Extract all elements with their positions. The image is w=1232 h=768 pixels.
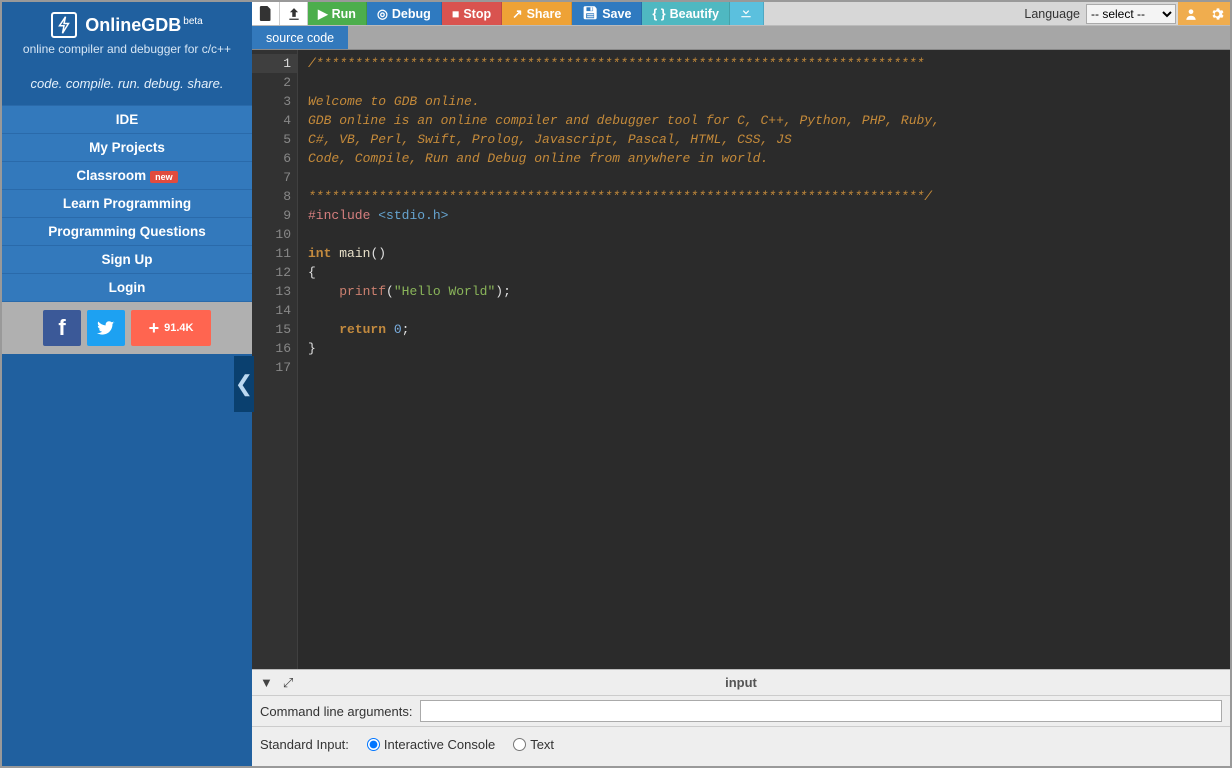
sidebar-item-label: My Projects: [89, 140, 165, 155]
plus-icon: +: [149, 318, 160, 339]
sidebar-item-ide[interactable]: IDE: [2, 105, 252, 134]
social-row: f + 91.4K: [2, 302, 252, 354]
chevron-left-icon: ❮: [235, 371, 253, 397]
run-button[interactable]: ▶ Run: [308, 2, 367, 25]
tab-source-code[interactable]: source code: [252, 26, 348, 49]
debug-button[interactable]: ◎ Debug: [367, 2, 442, 25]
user-icon[interactable]: [1178, 2, 1204, 25]
cmdline-input[interactable]: [420, 700, 1222, 722]
share-count-button[interactable]: + 91.4K: [131, 310, 211, 346]
sidebar-item-label: Programming Questions: [48, 224, 206, 239]
cmdline-label: Command line arguments:: [260, 704, 412, 719]
facebook-icon[interactable]: f: [43, 310, 81, 346]
sidebar-item-label: Learn Programming: [63, 196, 191, 211]
gear-icon[interactable]: [1204, 2, 1230, 25]
language-label: Language: [1018, 7, 1086, 21]
sidebar-item-label: Sign Up: [102, 252, 153, 267]
radio-text[interactable]: Text: [513, 737, 554, 752]
sidebar-item-classroom[interactable]: Classroom new: [2, 162, 252, 190]
stdin-row: Standard Input: Interactive Console Text: [252, 727, 1230, 766]
bottom-title: input: [725, 675, 757, 690]
save-icon: 💾︎: [582, 6, 598, 21]
collapse-handle[interactable]: ❮: [234, 356, 254, 412]
beautify-button[interactable]: { } Beautify: [642, 2, 730, 25]
braces-icon: { }: [652, 7, 665, 21]
sidebar-item-label: IDE: [116, 112, 139, 127]
main-panel: ▶ Run ◎ Debug ■ Stop ↗ Share 💾︎ Save { }…: [252, 2, 1230, 766]
twitter-icon[interactable]: [87, 310, 125, 346]
gutter: 1234 5678 9101112 13141516 17: [252, 50, 298, 669]
brand-subtitle: online compiler and debugger for c/c++: [2, 42, 252, 56]
brand-name[interactable]: OnlineGDB: [85, 15, 181, 35]
sidebar-item-programming-questions[interactable]: Programming Questions: [2, 218, 252, 246]
chevron-down-icon[interactable]: ▼: [260, 675, 273, 691]
cmdline-row: Command line arguments:: [252, 696, 1230, 727]
beta-tag: beta: [183, 16, 202, 27]
bottom-panel: ▼ ⤢ input Command line arguments: Standa…: [252, 669, 1230, 766]
sidebar-item-login[interactable]: Login: [2, 274, 252, 302]
download-icon: [739, 5, 753, 22]
target-icon: ◎: [377, 6, 388, 21]
new-file-icon[interactable]: [252, 2, 280, 25]
save-button[interactable]: 💾︎ Save: [572, 2, 642, 25]
radio-interactive-input[interactable]: [367, 738, 380, 751]
bolt-icon: [51, 12, 77, 38]
language-select[interactable]: -- select --: [1086, 4, 1176, 24]
sidebar-item-learn-programming[interactable]: Learn Programming: [2, 190, 252, 218]
code-area[interactable]: /***************************************…: [298, 50, 940, 669]
tab-bar: source code: [252, 26, 1230, 50]
expand-icon[interactable]: ⤢: [283, 675, 293, 691]
radio-interactive[interactable]: Interactive Console: [367, 737, 495, 752]
share-icon: ↗: [512, 6, 522, 21]
stdin-label: Standard Input:: [260, 737, 349, 752]
bottom-controls: ▼ ⤢ input: [252, 670, 1230, 696]
play-icon: ▶: [318, 6, 328, 21]
sidebar-item-sign-up[interactable]: Sign Up: [2, 246, 252, 274]
new-badge: new: [150, 171, 178, 183]
toolbar: ▶ Run ◎ Debug ■ Stop ↗ Share 💾︎ Save { }…: [252, 2, 1230, 26]
upload-icon[interactable]: [280, 2, 308, 25]
sidebar-item-my-projects[interactable]: My Projects: [2, 134, 252, 162]
sidebar-item-label: Classroom: [76, 168, 146, 183]
download-button[interactable]: [730, 2, 764, 25]
stop-icon: ■: [452, 7, 460, 21]
sidebar: OnlineGDBbeta online compiler and debugg…: [2, 2, 252, 766]
radio-text-input[interactable]: [513, 738, 526, 751]
share-button[interactable]: ↗ Share: [502, 2, 572, 25]
sidebar-item-label: Login: [109, 280, 146, 295]
stop-button[interactable]: ■ Stop: [442, 2, 502, 25]
tagline: code. compile. run. debug. share.: [2, 62, 252, 105]
share-count: 91.4K: [164, 322, 193, 334]
logo-section: OnlineGDBbeta online compiler and debugg…: [2, 2, 252, 62]
code-editor[interactable]: 1234 5678 9101112 13141516 17 /*********…: [252, 50, 1230, 669]
